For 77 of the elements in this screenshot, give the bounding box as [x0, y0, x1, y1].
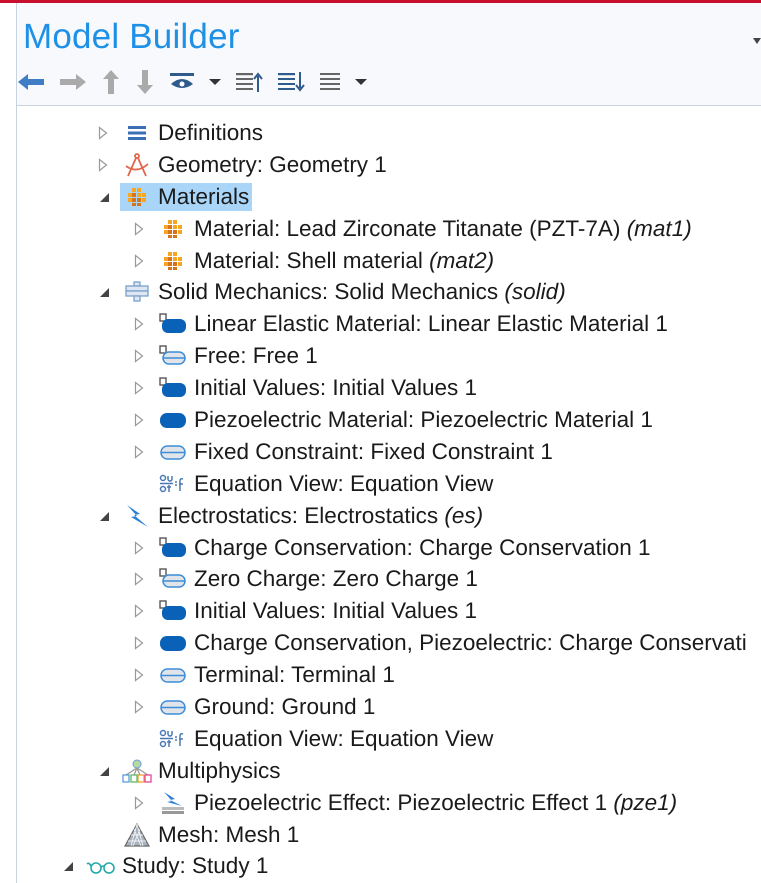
expand-arrow-icon[interactable]	[134, 381, 144, 396]
outlined-pill-icon	[159, 666, 187, 684]
tree-item[interactable]: Piezoelectric Material: Piezoelectric Material 1	[156, 406, 656, 434]
tree-item[interactable]: Mesh: Mesh 1	[120, 820, 302, 849]
expand-arrow-icon[interactable]	[134, 444, 144, 459]
expand-arrow-icon[interactable]	[134, 349, 144, 364]
tree-item[interactable]: Zero Charge: Zero Charge 1	[156, 565, 481, 594]
list-icon	[127, 124, 147, 141]
outlined-pill-icon	[159, 442, 187, 461]
expand-arrow-icon[interactable]	[134, 700, 144, 714]
filled-pill-icon	[159, 313, 187, 336]
expand-arrow-icon[interactable]	[134, 572, 144, 586]
expand-arrow-icon[interactable]	[134, 317, 144, 332]
caret-icon[interactable]	[209, 78, 221, 86]
back-arrow-icon[interactable]	[17, 72, 45, 92]
collapse-arrow-icon[interactable]	[98, 764, 110, 777]
collapse-arrow-icon[interactable]	[98, 510, 110, 522]
filled-pill-icon	[159, 536, 187, 559]
up-arrow-icon[interactable]	[101, 69, 121, 95]
filled-pill-icon	[159, 634, 187, 652]
expand-arrow-icon[interactable]	[134, 636, 144, 650]
panel-title: Model Builder	[23, 17, 240, 57]
tree-item[interactable]: Material: Shell material (mat2)	[156, 246, 498, 274]
collapse-arrow-icon[interactable]	[62, 860, 74, 872]
outlined-pill-icon	[159, 345, 187, 368]
grid-icon	[163, 218, 183, 239]
expand-arrow-icon[interactable]	[134, 222, 144, 236]
collapse-arrow-icon[interactable]	[98, 286, 110, 298]
tree-item[interactable]: Geometry: Geometry 1	[120, 150, 390, 179]
tree-item[interactable]: Electrostatics: Electrostatics (es)	[120, 502, 486, 530]
expand-arrow-icon[interactable]	[98, 158, 108, 172]
expand-arrow-icon[interactable]	[98, 126, 108, 140]
lightning-bars-icon	[160, 790, 186, 815]
down-arrow-icon[interactable]	[135, 69, 155, 95]
expand-arrow-icon[interactable]	[134, 540, 144, 555]
tree-item[interactable]: Charge Conservation, Piezoelectric: Charge Conservati	[156, 629, 750, 658]
compass-icon	[124, 152, 150, 178]
tree-item[interactable]: Material: Lead Zirconate Titanate (PZT-7A) (mat1)	[156, 214, 695, 243]
grid-icon	[163, 250, 183, 270]
tree-item[interactable]: Fixed Constraint: Fixed Constraint 1	[156, 438, 556, 466]
collapse-list-icon[interactable]	[235, 71, 263, 93]
tree-item[interactable]: Equation View: Equation View	[156, 470, 496, 498]
outlined-pill-icon	[159, 568, 187, 590]
filled-pill-icon	[159, 377, 187, 400]
tree-item[interactable]: Terminal: Terminal 1	[156, 661, 398, 690]
hierarchy-icon	[122, 758, 152, 784]
tree-item[interactable]: Initial Values: Initial Values 1	[156, 374, 480, 402]
tree-item[interactable]: Definitions	[120, 118, 266, 147]
expand-arrow-icon[interactable]	[134, 412, 144, 427]
outlined-pill-icon	[159, 698, 187, 716]
tree-item[interactable]: Linear Elastic Material: Linear Elastic Material 1	[156, 310, 671, 338]
tree-item[interactable]: Charge Conservation: Charge Conservation 1	[156, 534, 654, 562]
triangle-mesh-icon	[124, 822, 150, 847]
filled-pill-icon	[159, 410, 187, 429]
tree-item[interactable]: Equation View: Equation View	[156, 724, 496, 753]
beam-icon	[125, 281, 149, 304]
caret-icon[interactable]	[355, 78, 367, 86]
caret-icon[interactable]	[753, 37, 761, 45]
tree-item[interactable]: Ground: Ground 1	[156, 692, 378, 721]
tree-item[interactable]: Initial Values: Initial Values 1	[156, 597, 480, 626]
expand-arrow-icon[interactable]	[134, 796, 144, 810]
tree-item[interactable]: Piezoelectric Effect: Piezoelectric Effect 1 (pze1)	[156, 788, 680, 817]
tree-item[interactable]: Study: Study 1	[84, 852, 272, 880]
expand-arrow-icon[interactable]	[134, 254, 144, 268]
selected-tree-item[interactable]: Materials	[120, 182, 252, 211]
expand-arrow-icon[interactable]	[134, 604, 144, 618]
expand-arrow-icon[interactable]	[134, 668, 144, 682]
expand-list-icon[interactable]	[277, 71, 305, 93]
tree-item[interactable]: Free: Free 1	[156, 342, 321, 370]
list-icon[interactable]	[319, 71, 341, 93]
tree-item[interactable]: Multiphysics	[120, 756, 284, 785]
lightning-icon	[124, 504, 150, 528]
grid-icon	[127, 186, 147, 207]
filled-pill-icon	[159, 600, 187, 622]
tree-item[interactable]: Solid Mechanics: Solid Mechanics (solid)	[120, 278, 569, 306]
collapse-arrow-icon[interactable]	[98, 190, 110, 203]
forward-arrow-icon[interactable]	[59, 72, 87, 92]
